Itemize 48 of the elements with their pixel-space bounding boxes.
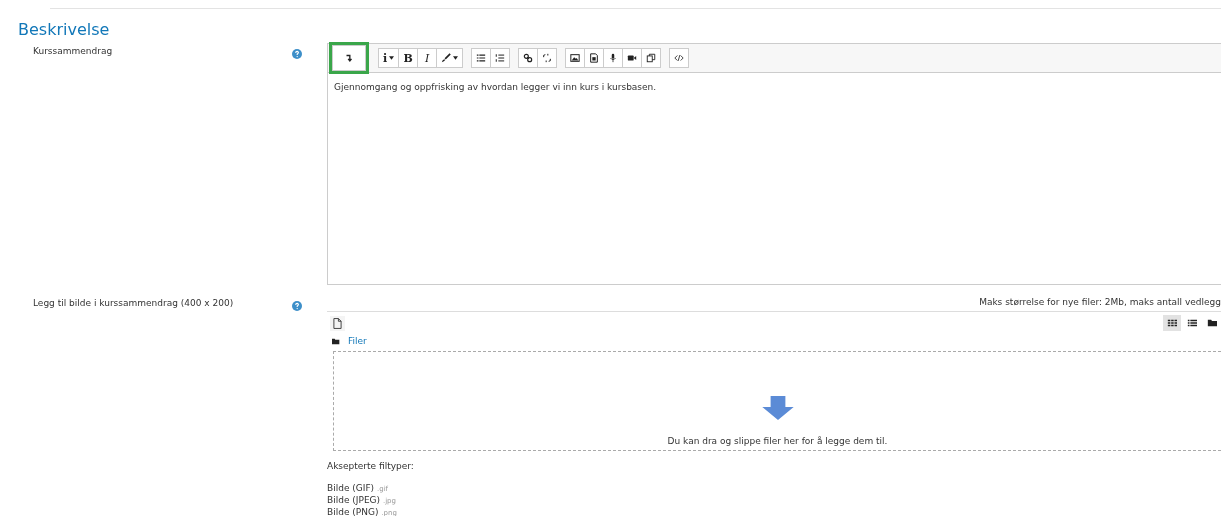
toolbar-button[interactable] bbox=[518, 48, 539, 68]
media-icon bbox=[589, 53, 600, 63]
add-file-button[interactable] bbox=[330, 315, 345, 331]
brush-icon bbox=[441, 53, 452, 63]
mic-icon bbox=[608, 53, 619, 63]
help-icon[interactable] bbox=[292, 49, 302, 59]
view-button[interactable] bbox=[1163, 315, 1181, 331]
list-icon bbox=[1187, 318, 1197, 328]
grid-icon bbox=[1167, 318, 1177, 328]
file-icon bbox=[333, 317, 342, 329]
format-button[interactable]: I bbox=[417, 48, 438, 68]
toolbar-button[interactable] bbox=[436, 48, 464, 68]
drop-zone[interactable]: Du kan dra og slippe filer her for å legge dem til. bbox=[333, 351, 1221, 451]
unlink-icon bbox=[542, 53, 553, 63]
file-type-name: Bilde (PNG) bbox=[327, 507, 379, 516]
copy-icon bbox=[646, 53, 657, 63]
code-icon bbox=[674, 53, 685, 63]
down-arrow-icon bbox=[761, 396, 794, 420]
text-editor[interactable]: i B I Gjennomgang og oppfrisking av hvordan legger vi inn kurs i kursbasen. bbox=[327, 43, 1221, 285]
toolbar-button[interactable] bbox=[584, 48, 605, 68]
toolbar-button[interactable] bbox=[641, 48, 662, 68]
caret-icon bbox=[389, 56, 395, 60]
toolbar-button[interactable] bbox=[603, 48, 624, 68]
folder-icon bbox=[1207, 318, 1217, 328]
toolbar-button[interactable] bbox=[565, 48, 586, 68]
numbers-icon bbox=[495, 53, 506, 63]
help-icon[interactable] bbox=[292, 301, 302, 311]
image-icon bbox=[570, 53, 581, 63]
file-type-name: Bilde (GIF) bbox=[327, 483, 375, 493]
caret-icon bbox=[453, 56, 459, 60]
field-label: Kurssammendrag bbox=[32, 45, 114, 56]
toolbar-button[interactable] bbox=[622, 48, 643, 68]
accepted-types-label: Aksepterte filtyper: bbox=[327, 461, 415, 471]
folder-link[interactable]: Filer bbox=[348, 336, 367, 346]
section-heading: Beskrivelse bbox=[18, 19, 110, 41]
collapse-icon bbox=[344, 53, 354, 63]
folder-icon bbox=[332, 337, 340, 345]
editor-text: Gjennomgang og oppfrisking av hvordan legger vi inn kurs i kursbasen. bbox=[333, 81, 658, 94]
drop-hint: Du kan dra og slippe filer her for å legge dem til. bbox=[667, 436, 888, 446]
format-button[interactable]: i bbox=[378, 48, 400, 68]
toolbar-button[interactable] bbox=[471, 48, 492, 68]
format-button[interactable]: B bbox=[398, 48, 419, 68]
video-icon bbox=[627, 53, 638, 63]
bullets-icon bbox=[476, 53, 487, 63]
file-type-name: Bilde (JPEG) bbox=[327, 495, 381, 505]
link-icon bbox=[523, 53, 534, 63]
file-limits: Maks størrelse for nye filer: 2Mb, maks antall vedlegg bbox=[979, 296, 1221, 307]
field-label: Legg til bilde i kurssammendrag (400 x 200) bbox=[32, 297, 235, 308]
